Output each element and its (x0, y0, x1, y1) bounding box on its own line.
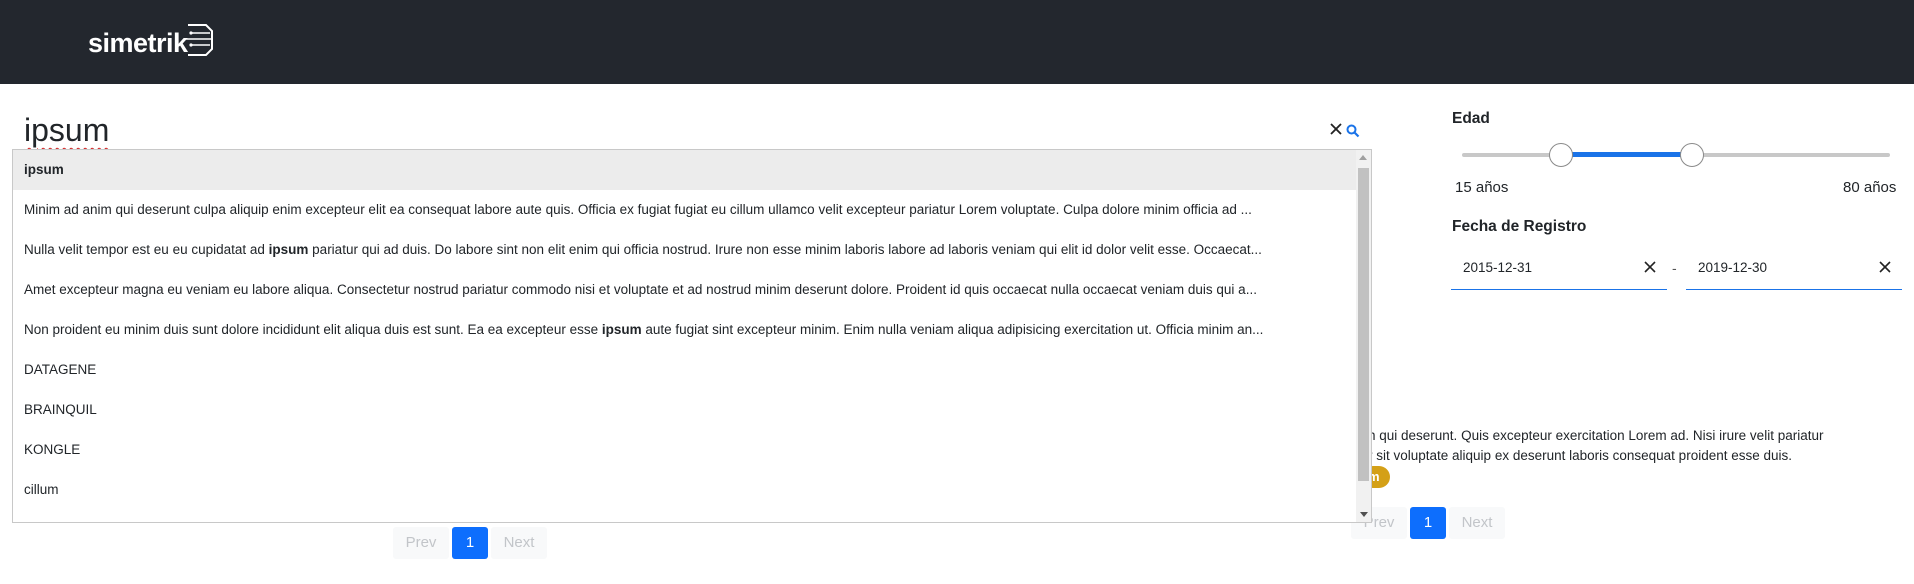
prev-page-button[interactable]: Prev (393, 527, 449, 559)
search-suggestions-dropdown: ipsum Minim ad anim qui deserunt culpa al… (12, 149, 1372, 523)
suggestion-item[interactable]: BRAINQUIL (13, 390, 1356, 430)
start-date-value: 2015-12-31 (1463, 260, 1533, 275)
search-icon[interactable] (1346, 124, 1360, 138)
suggestion-text: DATAGENE (24, 362, 97, 377)
age-filter-label: Edad (1452, 110, 1490, 127)
date-range-separator: - (1672, 260, 1677, 276)
suggestion-text: KONGLE (24, 442, 81, 457)
simetrik-logo[interactable]: simetrik (88, 22, 214, 64)
suggestion-text: Nulla velit tempor est eu eu cupidatat a… (24, 242, 269, 257)
result-snippet-line: n qui deserunt. Quis excepteur exercitat… (1368, 428, 1824, 443)
suggestion-text: BRAINQUIL (24, 402, 97, 417)
scrollbar-thumb[interactable] (1358, 168, 1369, 481)
registration-date-label: Fecha de Registro (1452, 218, 1587, 235)
next-page-button[interactable]: Next (491, 527, 547, 559)
page-1-button[interactable]: 1 (1410, 507, 1446, 539)
scroll-down-arrow-icon[interactable] (1360, 512, 1368, 517)
start-date-field[interactable]: 2015-12-31 (1451, 250, 1667, 290)
age-max-value: 80 años (1843, 179, 1897, 196)
suggestion-item[interactable]: ipsum (13, 150, 1356, 190)
highlighted-match: ipsum (601, 322, 642, 337)
pagination-left: Prev 1 Next (393, 527, 547, 559)
suggestion-item[interactable]: KONGLE (13, 430, 1356, 470)
highlighted-match: ipsum (268, 242, 309, 257)
clear-start-date-icon[interactable] (1643, 260, 1657, 274)
suggestion-text: ipsum (24, 162, 64, 177)
pagination-right: Prev 1 Next (1351, 507, 1505, 539)
suggestion-item[interactable]: DATAGENE (13, 350, 1356, 390)
page-1-button[interactable]: 1 (452, 527, 488, 559)
suggestion-text: aute fugiat sint excepteur minim. Enim n… (641, 322, 1264, 337)
suggestion-item[interactable]: Amet excepteur magna eu veniam eu labore… (13, 270, 1356, 310)
dropdown-scrollbar[interactable] (1356, 150, 1371, 522)
suggestion-item[interactable]: cillum (13, 470, 1356, 510)
clear-end-date-icon[interactable] (1878, 260, 1892, 274)
scroll-up-arrow-icon[interactable] (1359, 155, 1367, 160)
end-date-field[interactable]: 2019-12-30 (1686, 250, 1902, 290)
next-page-button[interactable]: Next (1449, 507, 1505, 539)
age-slider-max-handle[interactable] (1680, 143, 1704, 167)
search-input[interactable]: ipsum (24, 112, 109, 149)
result-snippet-line: r sit voluptate aliquip ex deserunt labo… (1368, 448, 1793, 463)
top-navbar: simetrik (0, 0, 1914, 84)
suggestion-item[interactable]: Non proident eu minim duis sunt dolore i… (13, 310, 1356, 350)
clear-search-icon[interactable] (1328, 121, 1344, 137)
logo-text: simetrik (88, 27, 188, 58)
end-date-value: 2019-12-30 (1698, 260, 1768, 275)
result-snippet: n qui deserunt. Quis excepteur exercitat… (1368, 426, 1888, 466)
suggestion-text: pariatur qui ad duis. Do labore sint non… (308, 242, 1262, 257)
suggestion-item[interactable]: Minim ad anim qui deserunt culpa aliquip… (13, 190, 1356, 230)
suggestion-text: cillum (24, 482, 59, 497)
suggestion-text: Amet excepteur magna eu veniam eu labore… (24, 282, 1257, 297)
age-slider-range (1561, 152, 1692, 157)
age-slider-min-handle[interactable] (1549, 143, 1573, 167)
age-min-value: 15 años (1455, 179, 1509, 196)
logo-lines-icon (185, 24, 213, 56)
suggestion-item[interactable]: Nulla velit tempor est eu eu cupidatat a… (13, 230, 1356, 270)
suggestion-text: Non proident eu minim duis sunt dolore i… (24, 322, 602, 337)
suggestion-text: Minim ad anim qui deserunt culpa aliquip… (24, 202, 1252, 217)
